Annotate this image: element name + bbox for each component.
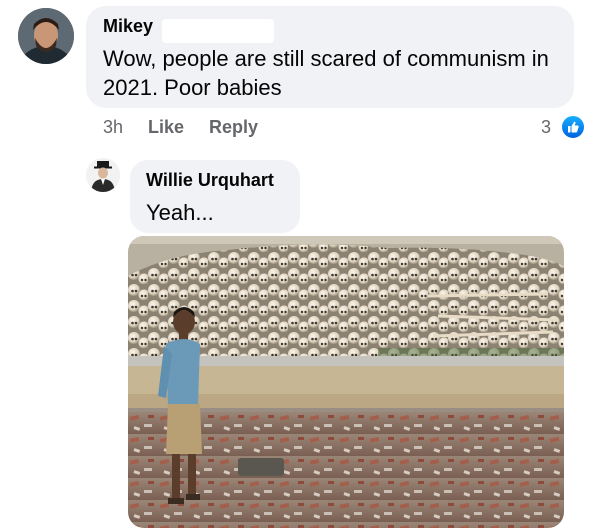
like-button[interactable]: Like [148, 117, 184, 138]
redaction-block [162, 19, 274, 43]
avatar[interactable] [86, 158, 120, 192]
comment-timestamp[interactable]: 3h [103, 117, 123, 138]
photo-attachment[interactable] [128, 236, 564, 528]
reaction-count[interactable]: 3 [541, 117, 551, 138]
avatar[interactable] [18, 8, 74, 64]
comment-text: Wow, people are still scared of communis… [103, 46, 549, 100]
comment-author[interactable]: Mikey [103, 16, 153, 37]
reply-button[interactable]: Reply [209, 117, 258, 138]
reply-author[interactable]: Willie Urquhart [146, 170, 274, 191]
thumbs-up-icon[interactable] [560, 114, 586, 140]
reply-text: Yeah... [146, 200, 214, 225]
